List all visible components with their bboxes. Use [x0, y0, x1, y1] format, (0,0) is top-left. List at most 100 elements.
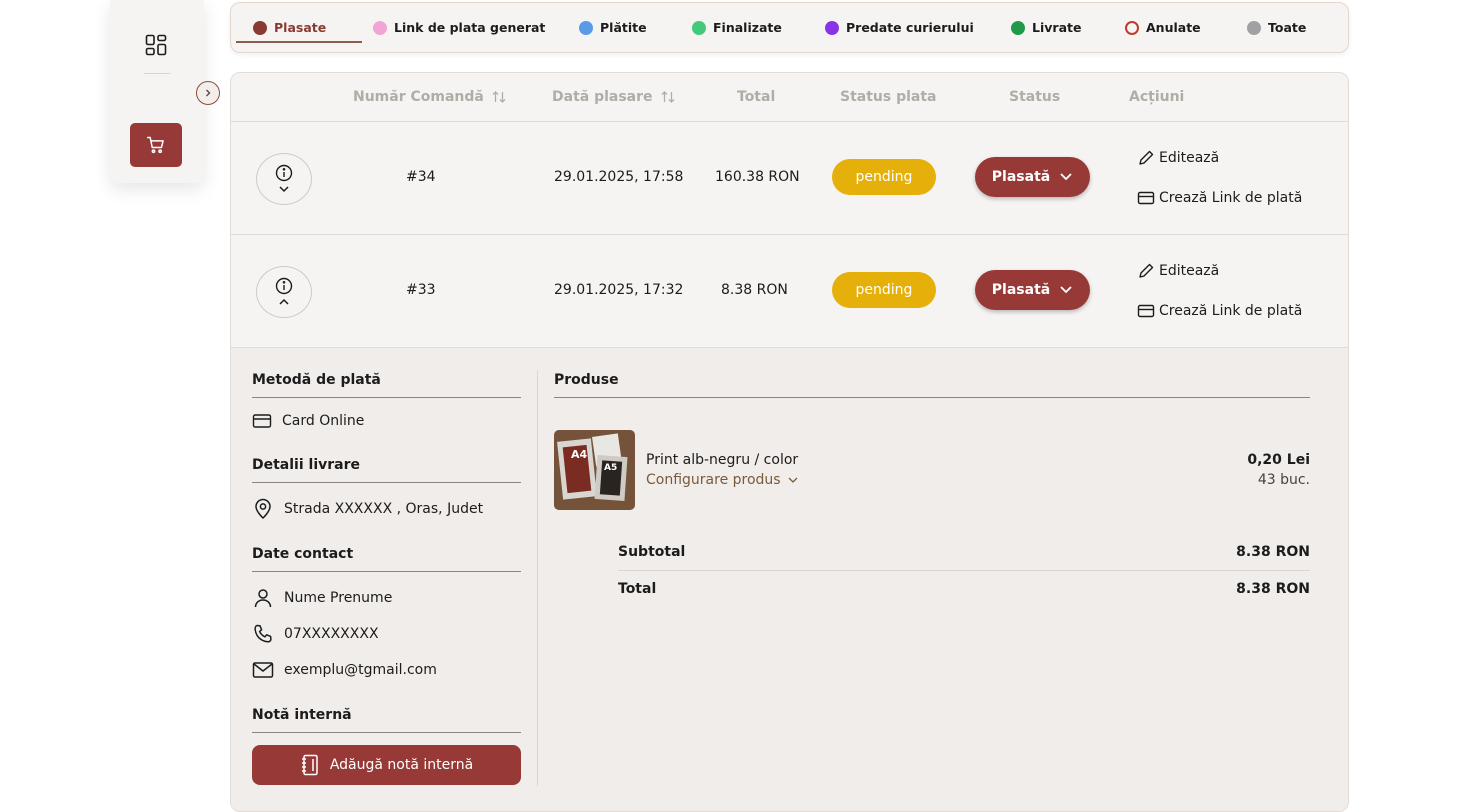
- status-dot-icon: [1125, 20, 1139, 35]
- column-header-payment-status: Status plata: [840, 89, 937, 105]
- header-label: Acțiuni: [1129, 89, 1185, 105]
- order-number: #33: [406, 282, 436, 298]
- section-divider: [252, 397, 521, 398]
- add-internal-note-button[interactable]: Adăugă notă internă: [252, 745, 521, 785]
- payment-status-badge: pending: [832, 159, 936, 195]
- product-image: A4 A5: [554, 430, 635, 510]
- edit-link[interactable]: Editează: [1137, 149, 1219, 167]
- payment-link-label: Crează Link de plată: [1159, 190, 1303, 206]
- chevron-down-icon: [279, 186, 289, 193]
- contact-phone: 07XXXXXXXX: [252, 623, 379, 645]
- tab-finalizate[interactable]: Finalizate: [692, 3, 782, 52]
- column-header-date[interactable]: Dată plasare: [552, 89, 676, 105]
- payment-link-label: Crează Link de plată: [1159, 303, 1303, 319]
- section-divider: [252, 571, 521, 572]
- tab-anulate[interactable]: Anulate: [1125, 3, 1201, 52]
- header-label: Total: [737, 89, 776, 105]
- tab-plasate[interactable]: Plasate: [253, 3, 326, 52]
- contact-email: exemplu@tgmail.com: [252, 659, 437, 681]
- tab-toate[interactable]: Toate: [1247, 3, 1306, 52]
- email-value: exemplu@tgmail.com: [284, 662, 437, 678]
- dashboard-icon[interactable]: [145, 34, 167, 56]
- sort-icon: [492, 91, 506, 103]
- address-value: Strada XXXXXX , Oras, Judet: [284, 501, 484, 517]
- create-payment-link[interactable]: Crează Link de plată: [1137, 302, 1302, 320]
- status-label: Plasată: [991, 282, 1051, 298]
- column-header-total: Total: [737, 89, 775, 105]
- tab-predate-curierului[interactable]: Predate curierului: [825, 3, 974, 52]
- tab-label: Predate curierului: [846, 20, 974, 35]
- total-label: Total: [618, 581, 657, 597]
- summary-divider: [618, 570, 1310, 571]
- subtotal-value: 8.38 RON: [1236, 544, 1310, 560]
- header-label: Status: [1009, 89, 1061, 105]
- user-icon: [254, 589, 272, 608]
- tab-link-de-plata-generat[interactable]: Link de plata generat: [373, 3, 545, 52]
- tab-label: Finalizate: [713, 20, 782, 35]
- edit-link[interactable]: Editează: [1137, 262, 1219, 280]
- status-dot-icon: [253, 20, 267, 35]
- collapse-row-button[interactable]: [256, 266, 312, 318]
- product-price: 0,20 Lei: [1247, 452, 1310, 468]
- tab-label: Plătite: [600, 20, 647, 35]
- status-dropdown[interactable]: Plasată: [975, 157, 1090, 197]
- status-dot-icon: [579, 20, 593, 35]
- expand-row-button[interactable]: [256, 153, 312, 205]
- header-label: Status plata: [840, 89, 937, 105]
- tab-platite[interactable]: Plătite: [579, 3, 647, 52]
- chevron-down-icon: [1060, 173, 1072, 181]
- phone-icon: [254, 624, 272, 643]
- order-total: 8.38 RON: [721, 282, 788, 298]
- status-dot-icon: [692, 20, 706, 35]
- edit-label: Editează: [1159, 263, 1220, 279]
- column-header-order[interactable]: Număr Comandă: [353, 89, 507, 105]
- status-label: Plasată: [991, 169, 1051, 185]
- mail-icon: [252, 662, 274, 678]
- contact-name: Nume Prenume: [252, 587, 392, 609]
- chevron-right-icon: [206, 89, 211, 97]
- table-row: #33 29.01.2025, 17:32 8.38 RON pending P…: [231, 235, 1348, 348]
- credit-card-icon: [1137, 191, 1155, 205]
- chevron-down-icon: [1060, 286, 1072, 294]
- chevron-up-icon: [279, 298, 289, 305]
- sidebar: [110, 0, 204, 183]
- products-title: Produse: [554, 372, 619, 388]
- phone-value: 07XXXXXXXX: [284, 626, 379, 642]
- status-dropdown[interactable]: Plasată: [975, 270, 1090, 310]
- section-divider: [554, 397, 1310, 398]
- info-icon: [275, 277, 293, 295]
- orders-table: Număr Comandă Dată plasare Total Status …: [230, 72, 1349, 812]
- pencil-icon: [1139, 263, 1154, 278]
- sidebar-toggle-button[interactable]: [196, 81, 220, 105]
- payment-method: Card Online: [252, 412, 364, 430]
- header-label: Număr Comandă: [353, 89, 484, 105]
- subtotal-label: Subtotal: [618, 544, 686, 560]
- tab-label: Livrate: [1032, 20, 1082, 35]
- tab-label: Plasate: [274, 20, 327, 35]
- section-divider: [252, 732, 521, 733]
- create-payment-link[interactable]: Crează Link de plată: [1137, 189, 1302, 207]
- svg-text:A5: A5: [604, 463, 617, 473]
- configure-product-toggle[interactable]: Configurare produs: [646, 472, 799, 488]
- pencil-icon: [1139, 150, 1154, 165]
- edit-label: Editează: [1159, 150, 1220, 166]
- status-dot-icon: [373, 20, 387, 35]
- table-row: #34 29.01.2025, 17:58 160.38 RON pending…: [231, 122, 1348, 235]
- delivery-address: Strada XXXXXX , Oras, Judet: [252, 498, 483, 520]
- order-date: 29.01.2025, 17:32: [554, 282, 684, 298]
- tab-livrate[interactable]: Livrate: [1011, 3, 1081, 52]
- column-divider: [537, 370, 538, 786]
- order-total: 160.38 RON: [715, 169, 800, 185]
- credit-card-icon: [252, 414, 272, 428]
- orders-button[interactable]: [130, 123, 182, 167]
- total-value: 8.38 RON: [1236, 581, 1310, 597]
- section-divider: [252, 482, 521, 483]
- delivery-details-title: Detalii livrare: [252, 457, 361, 473]
- name-value: Nume Prenume: [284, 590, 393, 606]
- product-name: Print alb-negru / color: [646, 452, 799, 468]
- note-button-label: Adăugă notă internă: [329, 757, 474, 773]
- column-header-status: Status: [1009, 89, 1060, 105]
- payment-method-value: Card Online: [282, 413, 365, 429]
- status-tabs: Plasate Link de plata generat Plătite Fi…: [230, 2, 1349, 53]
- status-dot-icon: [1247, 20, 1261, 35]
